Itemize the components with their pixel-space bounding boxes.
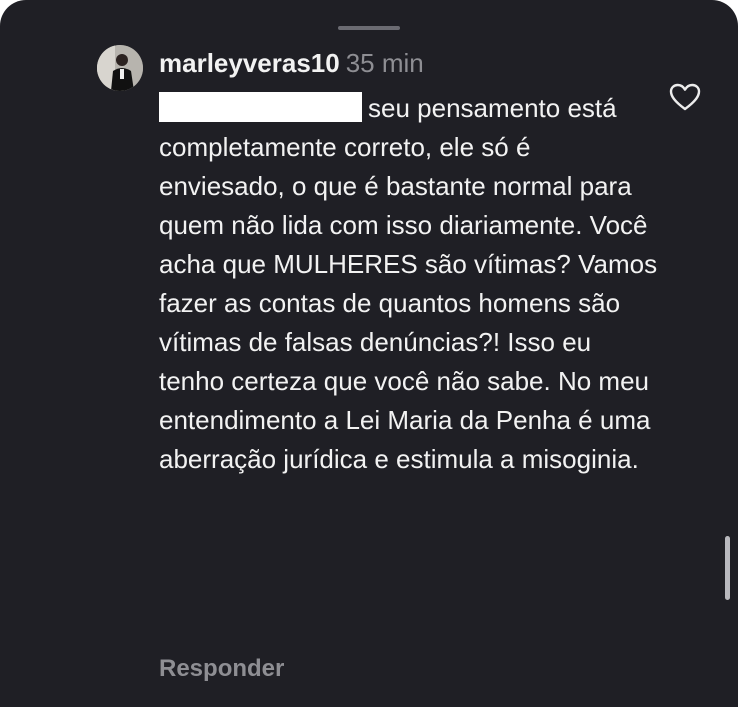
comment-sheet: marleyveras10 35 min seu pensamento está … xyxy=(0,0,738,707)
avatar[interactable] xyxy=(97,45,143,91)
scrollbar[interactable] xyxy=(725,536,730,600)
reply-button[interactable]: Responder xyxy=(159,653,284,685)
timestamp: 35 min xyxy=(345,48,424,78)
comment-header: marleyveras10 35 min xyxy=(159,46,424,80)
comment-text: seu pensamento está completamente corret… xyxy=(159,93,658,474)
username[interactable]: marleyveras10 xyxy=(159,48,340,78)
sheet-grab-handle[interactable] xyxy=(338,26,400,30)
heart-outline-icon[interactable] xyxy=(668,82,702,112)
comment-body: seu pensamento está completamente corret… xyxy=(159,89,659,479)
redaction-block xyxy=(159,92,362,122)
